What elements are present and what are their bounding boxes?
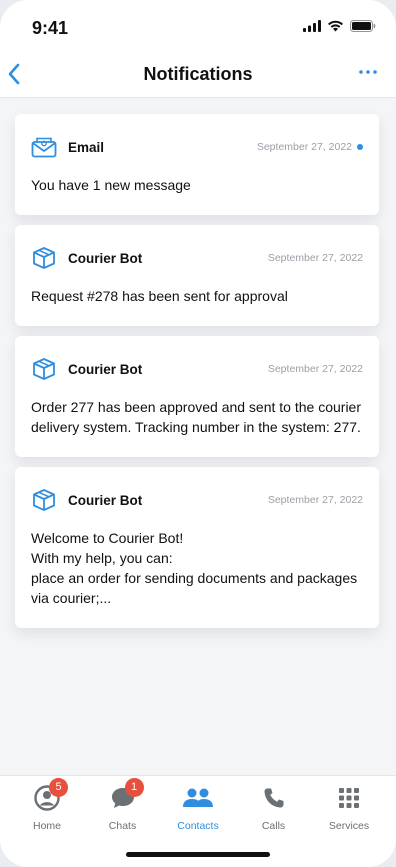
wifi-icon bbox=[328, 20, 343, 32]
box-icon bbox=[31, 358, 57, 380]
notification-sender: Courier Bot bbox=[68, 361, 143, 377]
phone-icon bbox=[264, 788, 283, 808]
nav-item-contacts[interactable]: Contacts bbox=[161, 784, 235, 832]
signal-icon bbox=[303, 20, 321, 32]
grid-icon bbox=[339, 788, 359, 808]
notification-message: Order 277 has been approved and sent to … bbox=[31, 399, 361, 435]
notification-header: Courier Bot September 27, 2022 bbox=[31, 358, 363, 380]
home-badge: 5 bbox=[49, 778, 68, 797]
notification-date: September 27, 2022 bbox=[267, 252, 363, 264]
nav-item-calls[interactable]: Calls bbox=[237, 784, 311, 832]
notification-sender: Email bbox=[68, 139, 105, 155]
notification-card[interactable]: Courier Bot September 27, 2022 Order 277… bbox=[15, 336, 379, 457]
nav-label: Services bbox=[328, 820, 370, 832]
box-icon bbox=[31, 489, 57, 511]
notification-list: Email September 27, 2022 You have 1 new … bbox=[15, 114, 379, 638]
notification-header: Courier Bot September 27, 2022 bbox=[31, 247, 363, 269]
status-bar: 9:41 bbox=[0, 0, 396, 48]
nav-label: Home bbox=[32, 820, 61, 832]
chats-badge: 1 bbox=[124, 778, 144, 797]
battery-icon bbox=[350, 20, 376, 32]
notification-date: September 27, 2022 bbox=[267, 494, 363, 506]
nav-label: Contacts bbox=[177, 820, 219, 832]
notification-message: Welcome to Courier Bot! With my help, yo… bbox=[31, 530, 358, 606]
phone-screen: 9:41 Notifications Email September 27, 2… bbox=[0, 0, 396, 867]
nav-item-home[interactable]: 5 Home bbox=[10, 778, 84, 832]
notification-card[interactable]: Courier Bot September 27, 2022 Welcome t… bbox=[15, 467, 379, 628]
page-title: Notifications bbox=[143, 64, 253, 84]
unread-indicator bbox=[357, 144, 363, 150]
nav-label: Chats bbox=[108, 820, 137, 832]
notification-date: September 27, 2022 bbox=[256, 141, 352, 153]
notification-message: Request #278 has been sent for approval bbox=[31, 288, 288, 304]
nav-label: Calls bbox=[261, 820, 286, 832]
notification-header: Email September 27, 2022 bbox=[31, 136, 363, 158]
notification-message: You have 1 new message bbox=[31, 177, 191, 193]
more-options-button[interactable] bbox=[356, 62, 380, 82]
envelope-icon bbox=[31, 136, 57, 158]
box-icon bbox=[31, 247, 57, 269]
nav-item-services[interactable]: Services bbox=[312, 784, 386, 832]
home-indicator[interactable] bbox=[126, 852, 270, 857]
notification-sender: Courier Bot bbox=[68, 492, 143, 508]
notification-card[interactable]: Courier Bot September 27, 2022 Request #… bbox=[15, 225, 379, 326]
notification-card[interactable]: Email September 27, 2022 You have 1 new … bbox=[15, 114, 379, 215]
notification-date: September 27, 2022 bbox=[267, 363, 363, 375]
status-time: 9:41 bbox=[32, 18, 69, 38]
contacts-icon bbox=[183, 788, 213, 807]
status-icons bbox=[303, 20, 376, 32]
header-bar: Notifications bbox=[0, 48, 396, 98]
more-dots-icon bbox=[359, 70, 377, 74]
nav-item-chats[interactable]: 1 Chats bbox=[86, 778, 160, 832]
notification-header: Courier Bot September 27, 2022 bbox=[31, 489, 363, 511]
notification-sender: Courier Bot bbox=[68, 250, 143, 266]
